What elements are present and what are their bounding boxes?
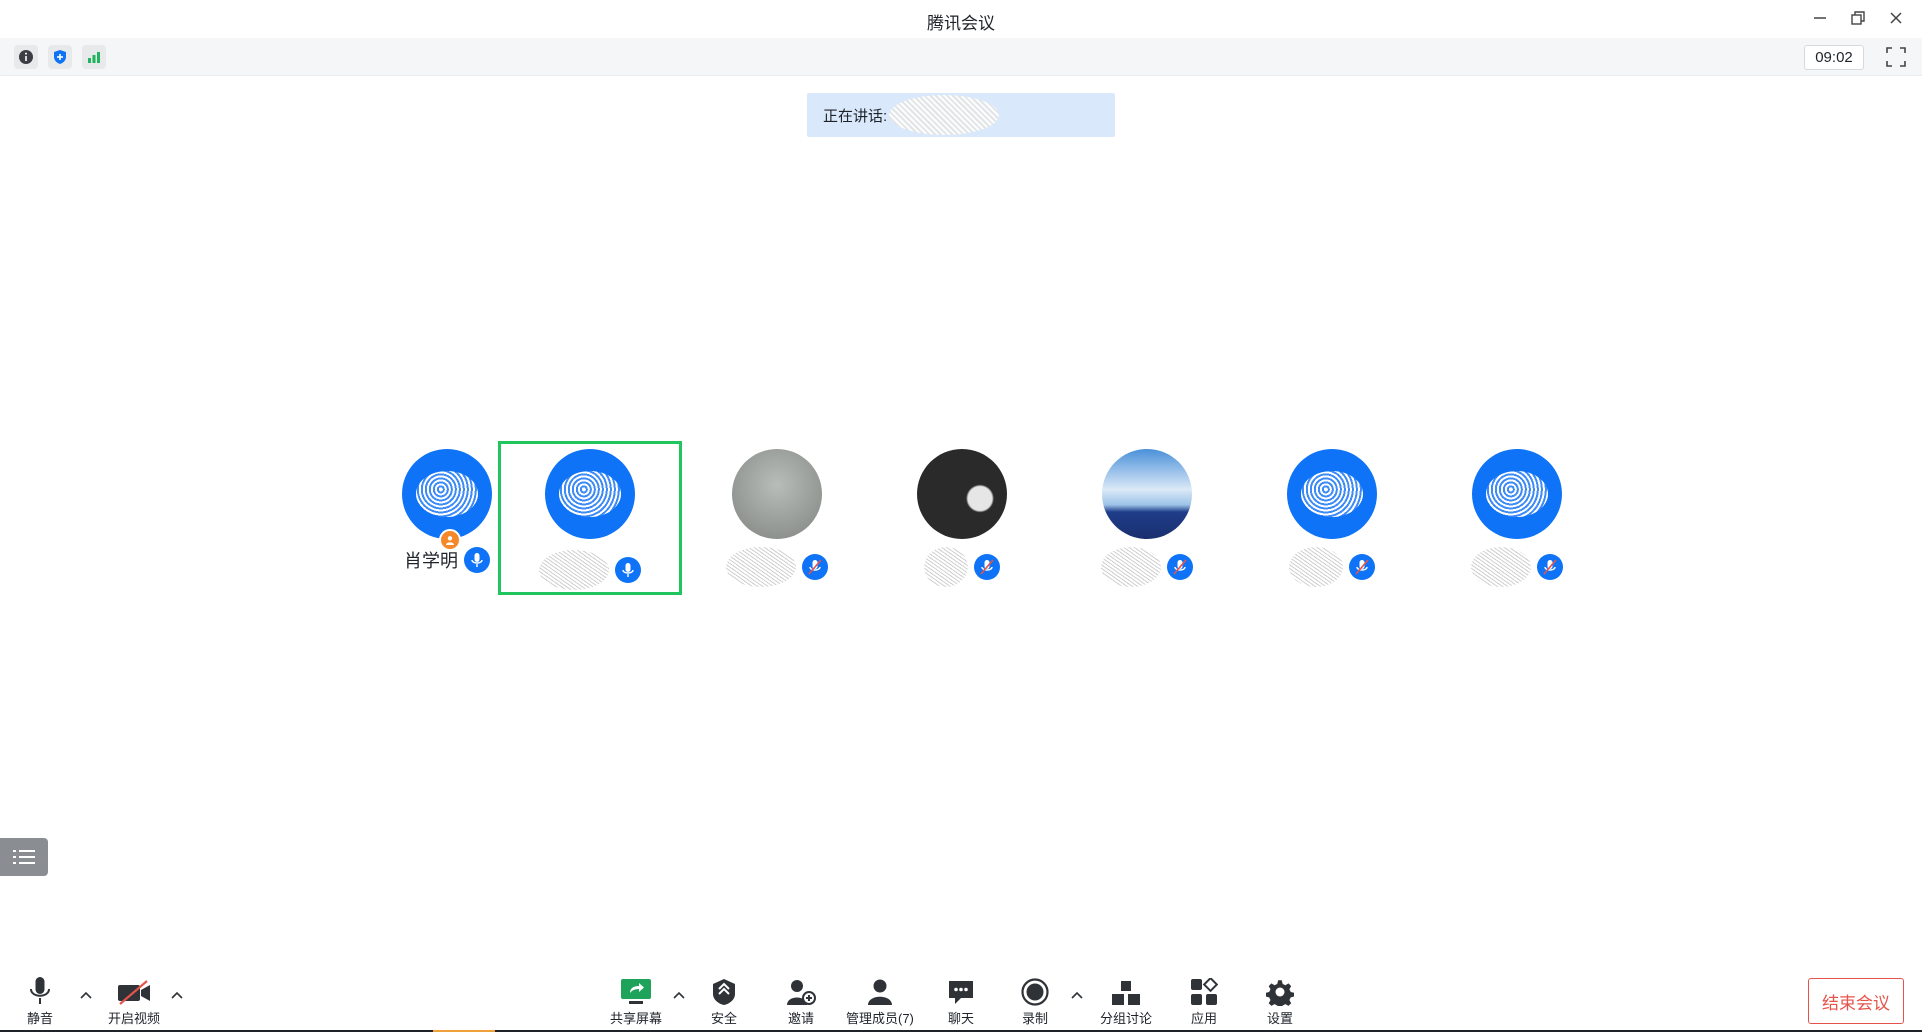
microphone-muted-icon	[802, 554, 828, 580]
app-title: 腾讯会议	[927, 14, 995, 33]
member-list-toggle[interactable]	[0, 838, 48, 876]
end-meeting-button[interactable]: 结束会议	[1808, 978, 1904, 1024]
microphone-muted-icon	[974, 554, 1000, 580]
speaking-indicator: 正在讲话:	[807, 93, 1115, 137]
list-icon	[13, 850, 35, 864]
participant-tile[interactable]	[685, 441, 869, 595]
avatar	[545, 449, 635, 539]
window-controls	[1808, 6, 1908, 30]
restore-icon[interactable]	[1846, 6, 1870, 30]
avatar-photo	[1102, 449, 1192, 539]
record-button[interactable]: 录制	[1021, 974, 1049, 1027]
fullscreen-icon[interactable]	[1884, 45, 1908, 69]
security-button[interactable]: 安全	[711, 974, 737, 1027]
avatar	[1472, 449, 1562, 539]
apps-button[interactable]: 应用	[1190, 974, 1218, 1027]
chat-button[interactable]: 聊天	[947, 974, 975, 1027]
participant-name-redacted	[1289, 547, 1343, 587]
shield-icon[interactable]	[48, 45, 72, 69]
share-screen-icon	[620, 974, 652, 1006]
title-bar: 腾讯会议	[0, 0, 1922, 38]
participant-name-redacted	[924, 547, 968, 587]
gear-icon	[1266, 974, 1294, 1006]
members-icon	[866, 974, 894, 1006]
participant-name-redacted	[1101, 547, 1161, 587]
avatar	[402, 449, 492, 539]
microphone-muted-icon	[1349, 554, 1375, 580]
microphone-icon	[464, 547, 490, 573]
close-icon[interactable]	[1884, 6, 1908, 30]
speaking-label: 正在讲话:	[823, 107, 888, 125]
participant-name-redacted	[726, 547, 796, 587]
record-icon	[1021, 974, 1049, 1006]
invite-button[interactable]: 邀请	[786, 974, 816, 1027]
avatar	[1287, 449, 1377, 539]
settings-button[interactable]: 设置	[1266, 974, 1294, 1027]
meeting-timer: 09:02	[1804, 45, 1864, 70]
participant-tile[interactable]	[870, 441, 1054, 595]
share-options-chevron[interactable]	[672, 988, 686, 1002]
participant-tile-active[interactable]	[498, 441, 682, 595]
audio-options-chevron[interactable]	[79, 988, 93, 1002]
manage-members-button[interactable]: 管理成员(7)	[846, 974, 914, 1027]
minimize-icon[interactable]	[1808, 6, 1832, 30]
meeting-toolbar: 静音 开启视频 共享屏幕 安全 邀请 管理成员(7) 聊天 录制 分组讨论 应用…	[0, 964, 1922, 1032]
speaker-name-redacted	[889, 95, 1000, 135]
mute-button[interactable]: 静音	[27, 974, 53, 1027]
record-options-chevron[interactable]	[1070, 988, 1084, 1002]
video-options-chevron[interactable]	[170, 988, 184, 1002]
chat-icon	[947, 974, 975, 1006]
share-screen-button[interactable]: 共享屏幕	[610, 974, 662, 1027]
breakout-rooms-button[interactable]: 分组讨论	[1100, 974, 1152, 1027]
apps-icon	[1190, 974, 1218, 1006]
participant-tile[interactable]	[1425, 441, 1609, 595]
avatar-photo	[732, 449, 822, 539]
participant-tile[interactable]	[1055, 441, 1239, 595]
participant-name-redacted	[1471, 547, 1531, 587]
shield-icon	[712, 974, 736, 1006]
signal-icon[interactable]	[82, 45, 106, 69]
participant-name: 肖学明	[404, 551, 458, 571]
participant-tile[interactable]	[1240, 441, 1424, 595]
info-icon[interactable]	[14, 45, 38, 69]
status-bar: 09:02	[0, 38, 1922, 76]
microphone-icon	[28, 974, 52, 1006]
avatar-photo	[917, 449, 1007, 539]
participant-name-redacted	[539, 550, 609, 590]
microphone-icon	[615, 557, 641, 583]
microphone-muted-icon	[1537, 554, 1563, 580]
breakout-icon	[1111, 974, 1141, 1006]
add-user-icon	[786, 974, 816, 1006]
microphone-muted-icon	[1167, 554, 1193, 580]
camera-off-icon	[117, 974, 151, 1006]
participant-gallery: 肖学明	[355, 441, 1575, 601]
start-video-button[interactable]: 开启视频	[108, 974, 160, 1027]
